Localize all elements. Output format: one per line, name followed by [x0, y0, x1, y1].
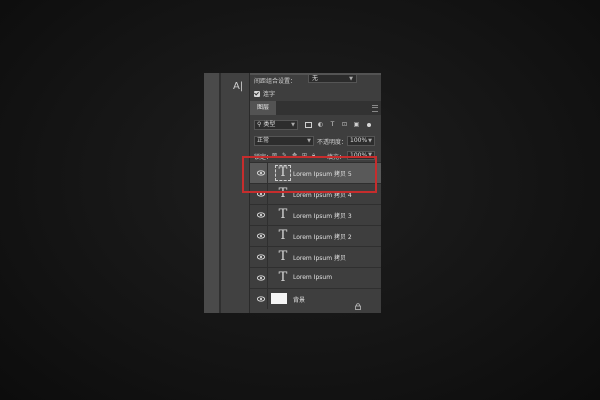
- aa-setting-label: 间距组合设置：: [254, 78, 297, 85]
- text-layer-thumbnail: T: [278, 228, 288, 243]
- chevron-down-icon: ▼: [291, 122, 295, 128]
- layer-name[interactable]: Lorem Ipsum: [293, 274, 332, 281]
- opacity-label: 不透明度：: [317, 139, 348, 146]
- eye-icon[interactable]: [257, 253, 265, 261]
- layer-name[interactable]: Lorem Ipsum 拷贝 2: [293, 232, 352, 241]
- chevron-down-icon: ▼: [307, 138, 311, 144]
- layer-name[interactable]: Lorem Ipsum 拷贝 3: [293, 211, 352, 220]
- type-filter-icon[interactable]: T: [329, 122, 336, 128]
- eye-icon[interactable]: [257, 295, 265, 303]
- layer-divider: [267, 268, 268, 288]
- lock-icon: [355, 295, 361, 310]
- eye-icon[interactable]: [257, 274, 265, 282]
- layer-row[interactable]: T Lorem Ipsum: [250, 267, 381, 288]
- photoshop-window: A| 间距组合设置： 无 ▼ 连字 图层 ⚲ 类型 ▼ ◐ T ⊡ ▣ 正常 ▼…: [204, 73, 381, 313]
- blend-mode-value: 正常: [257, 137, 270, 144]
- layer-name[interactable]: 背景: [293, 295, 305, 304]
- text-layer-thumbnail: T: [278, 249, 288, 264]
- smart-object-filter-icon[interactable]: ▣: [353, 122, 360, 128]
- pixel-filter-icon[interactable]: [305, 122, 312, 128]
- layer-row-background[interactable]: 背景: [250, 288, 381, 310]
- chevron-down-icon: ▼: [349, 76, 353, 82]
- eye-icon[interactable]: [257, 211, 265, 219]
- ligature-label: 连字: [263, 91, 276, 98]
- shape-filter-icon[interactable]: ⊡: [341, 122, 348, 128]
- aa-setting-value: 无: [312, 75, 319, 82]
- tab-layers[interactable]: 图层: [250, 101, 276, 115]
- filter-kind-select[interactable]: ⚲ 类型 ▼: [254, 120, 298, 130]
- chevron-down-icon: ▼: [368, 138, 372, 144]
- aa-setting-select[interactable]: 无 ▼: [308, 74, 357, 83]
- opacity-value: 100%: [350, 137, 368, 144]
- panel-menu-icon[interactable]: [372, 105, 378, 112]
- layer-divider: [267, 289, 268, 309]
- tools-column: [221, 73, 249, 313]
- layer-filter-row: ⚲ 类型 ▼ ◐ T ⊡ ▣: [250, 119, 381, 131]
- layer-row[interactable]: T Lorem Ipsum 拷贝 2: [250, 225, 381, 246]
- background-layer-thumbnail: [271, 293, 287, 304]
- filter-kind-value: 类型: [263, 121, 276, 128]
- adjustment-filter-icon[interactable]: ◐: [317, 122, 324, 128]
- layers-tab-bar: 图层: [250, 101, 381, 115]
- ligature-option[interactable]: 连字: [254, 89, 275, 98]
- layers-panel-container: 间距组合设置： 无 ▼ 连字 图层 ⚲ 类型 ▼ ◐ T ⊡ ▣ 正常 ▼ 不透…: [250, 73, 381, 313]
- left-edge-strip: [204, 73, 219, 313]
- layer-row[interactable]: T Lorem Ipsum 拷贝 3: [250, 204, 381, 225]
- text-layer-thumbnail: T: [278, 270, 288, 285]
- layer-divider: [267, 205, 268, 225]
- type-tool-button[interactable]: A|: [233, 81, 243, 92]
- filter-toggle-icon[interactable]: [367, 123, 371, 127]
- search-icon: ⚲: [257, 121, 262, 128]
- layer-row[interactable]: T Lorem Ipsum 拷贝: [250, 246, 381, 267]
- layer-name[interactable]: Lorem Ipsum 拷贝: [293, 253, 346, 262]
- layer-divider: [267, 226, 268, 246]
- opacity-input[interactable]: 100% ▼: [347, 136, 375, 146]
- blend-mode-select[interactable]: 正常 ▼: [254, 136, 314, 146]
- blend-row: 正常 ▼ 不透明度： 100% ▼: [250, 135, 381, 147]
- eye-icon[interactable]: [257, 232, 265, 240]
- layer-divider: [267, 247, 268, 267]
- selection-highlight-box: [242, 156, 377, 193]
- text-layer-thumbnail: T: [278, 207, 288, 222]
- ligature-checkbox[interactable]: [254, 90, 260, 97]
